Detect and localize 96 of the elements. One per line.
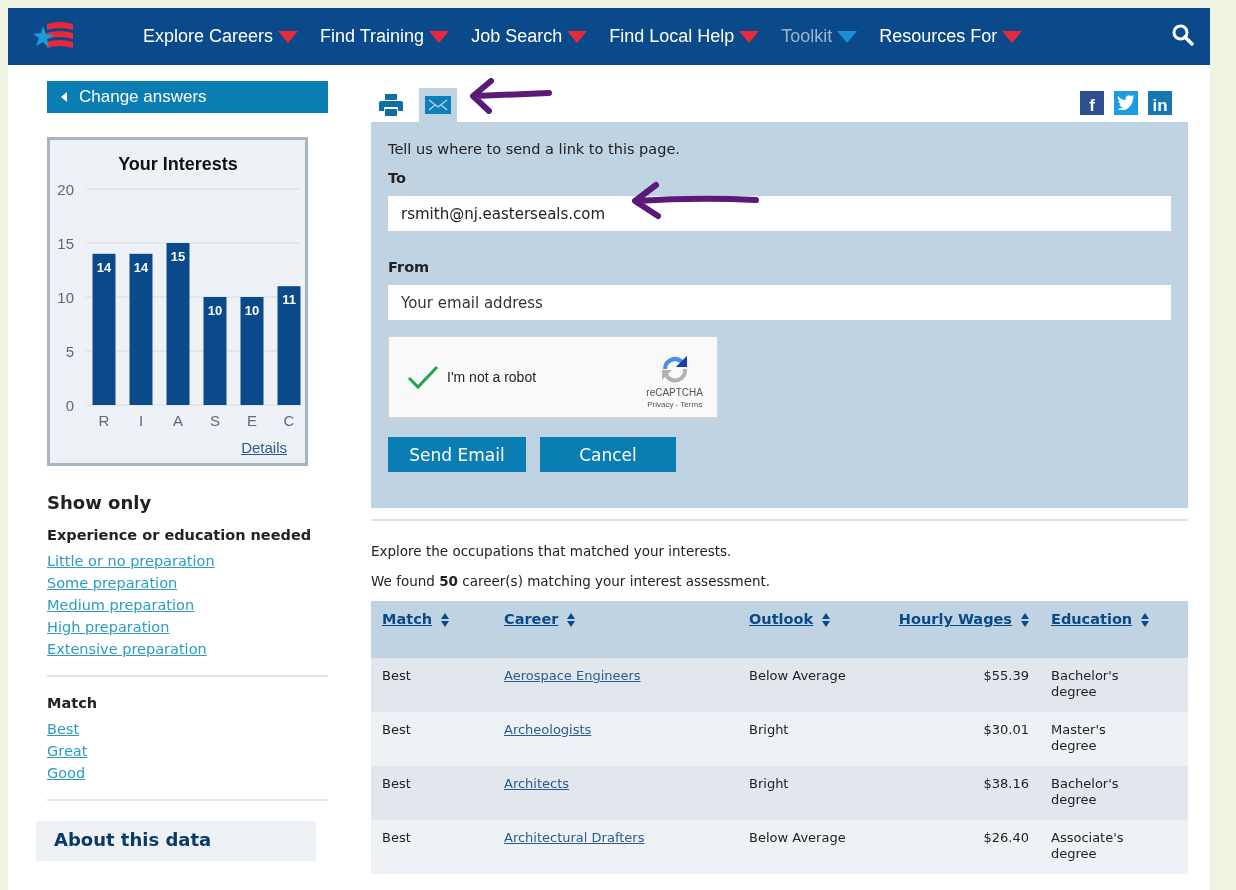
- filter-link[interactable]: Extensive preparation: [47, 641, 207, 657]
- wage-cell: $26.40: [866, 820, 1040, 874]
- filter-link[interactable]: Little or no preparation: [47, 553, 215, 569]
- sort-column-header[interactable]: Match: [382, 611, 433, 627]
- email-field[interactable]: rsmith@nj.easterseals.com: [388, 196, 1171, 231]
- nav-menu-item[interactable]: Resources For: [879, 26, 1023, 47]
- career-link[interactable]: Architectural Drafters: [504, 830, 645, 845]
- caret-icon: [61, 92, 67, 102]
- wage-cell: $30.01: [866, 712, 1040, 766]
- filter-heading: Match: [47, 695, 99, 711]
- axis-category-label: S: [210, 412, 220, 429]
- axis-tick-label: 10: [57, 289, 74, 306]
- caret-icon: [429, 30, 450, 43]
- caret-icon: [278, 30, 299, 43]
- field-label: To: [388, 170, 407, 186]
- bar-value-label: 11: [282, 292, 296, 308]
- career-link[interactable]: Architects: [504, 776, 570, 791]
- sort-icon[interactable]: [822, 613, 831, 627]
- match-cell: Best: [371, 712, 493, 766]
- caret-icon: [567, 30, 588, 43]
- match-cell: Best: [371, 658, 493, 712]
- envelope-icon: [425, 96, 451, 114]
- send-email-button[interactable]: Send Email: [388, 437, 526, 472]
- sort-column-header[interactable]: Education: [1051, 611, 1133, 627]
- axis-category-label: A: [173, 412, 183, 429]
- outlook-cell: Below Average: [738, 658, 866, 712]
- filter-link[interactable]: Good: [47, 765, 86, 781]
- axis-tick-label: 5: [65, 343, 74, 360]
- change-answers-button[interactable]: Change answers: [47, 81, 328, 113]
- axis-category-label: E: [247, 412, 257, 429]
- nav-menu-item[interactable]: Find Local Help: [609, 26, 760, 47]
- outlook-cell: Below Average: [738, 820, 866, 874]
- filter-link[interactable]: Best: [47, 721, 80, 737]
- details-link[interactable]: Details: [241, 439, 287, 456]
- education-cell-text: Bachelor's degree: [1051, 776, 1120, 808]
- filter-heading: Experience or education needed: [47, 527, 313, 543]
- career-link[interactable]: Aerospace Engineers: [504, 668, 641, 683]
- sort-column-header[interactable]: Hourly Wages: [898, 611, 1012, 627]
- nav-menu-item[interactable]: Find Training: [320, 26, 450, 47]
- bird-icon: [1117, 95, 1135, 110]
- axis-category-label: C: [283, 412, 295, 429]
- sort-icon[interactable]: [1141, 613, 1150, 627]
- outlook-cell: Bright: [738, 712, 866, 766]
- captcha-label: I'm not a robot: [447, 369, 537, 385]
- axis-tick-label: 20: [57, 181, 74, 198]
- axis-category-label: I: [138, 412, 144, 429]
- axis-tick-label: 0: [65, 397, 74, 414]
- filter-link[interactable]: Some preparation: [47, 575, 178, 591]
- section-heading: Show only: [47, 492, 153, 513]
- linkedin-button[interactable]: in: [1148, 90, 1172, 115]
- axis-category-label: R: [98, 412, 110, 429]
- filter-link[interactable]: Great: [47, 743, 88, 759]
- search-icon[interactable]: [1172, 24, 1194, 46]
- sort-icon[interactable]: [1021, 613, 1029, 627]
- cancel-button[interactable]: Cancel: [540, 437, 676, 472]
- printer-icon: [379, 93, 403, 117]
- email-field[interactable]: Your email address: [388, 285, 1171, 320]
- sort-column-header[interactable]: Outlook: [749, 611, 814, 627]
- bar-value-label: 15: [170, 249, 186, 264]
- career-link[interactable]: Archeologists: [504, 722, 592, 737]
- chart-title: Your Interests: [118, 154, 238, 174]
- caret-icon: [1002, 30, 1023, 43]
- nav-menu-item[interactable]: Explore Careers: [143, 26, 299, 47]
- bar-value-label: 10: [207, 303, 223, 318]
- about-data-heading[interactable]: About this data: [36, 821, 316, 861]
- nav-menu-item[interactable]: Toolkit: [781, 26, 858, 47]
- facebook-button[interactable]: f: [1080, 90, 1104, 115]
- match-cell: Best: [371, 820, 493, 874]
- filter-link[interactable]: Medium preparation: [47, 597, 195, 613]
- nav-menu-item[interactable]: Job Search: [471, 26, 588, 47]
- checkmark-icon[interactable]: [407, 364, 439, 390]
- education-cell-text: Bachelor's degree: [1051, 668, 1120, 700]
- recaptcha-brand-text: reCAPTCHA: [646, 387, 703, 398]
- wage-cell: $55.39: [866, 658, 1040, 712]
- sort-column-header[interactable]: Career: [504, 611, 559, 627]
- bar-value-label: 10: [244, 303, 260, 318]
- results-count-text: We found 50 career(s) matching your interest assessment.: [371, 573, 772, 589]
- email-tab[interactable]: [419, 88, 457, 122]
- match-cell: Best: [371, 766, 493, 820]
- bar-value-label: 14: [96, 259, 112, 275]
- outlook-cell: Bright: [738, 766, 866, 820]
- caret-icon: [739, 30, 760, 43]
- sort-icon[interactable]: [441, 613, 450, 627]
- privacy-terms-link[interactable]: Privacy - Terms: [647, 400, 703, 409]
- filter-link[interactable]: High preparation: [47, 619, 170, 635]
- field-label: From: [388, 259, 431, 275]
- sort-icon[interactable]: [567, 613, 576, 627]
- axis-tick-label: 15: [57, 235, 74, 252]
- caret-icon: [837, 30, 858, 43]
- bar-value-label: 14: [133, 259, 149, 275]
- wage-cell: $38.16: [866, 766, 1040, 820]
- education-cell-text: Associate's degree: [1051, 830, 1125, 862]
- results-intro-text: Explore the occupations that matched your interests.: [371, 543, 733, 559]
- form-intro-text: Tell us where to send a link to this page.: [388, 141, 681, 157]
- twitter-button[interactable]: [1114, 90, 1138, 115]
- education-cell-text: Master's degree: [1051, 722, 1107, 754]
